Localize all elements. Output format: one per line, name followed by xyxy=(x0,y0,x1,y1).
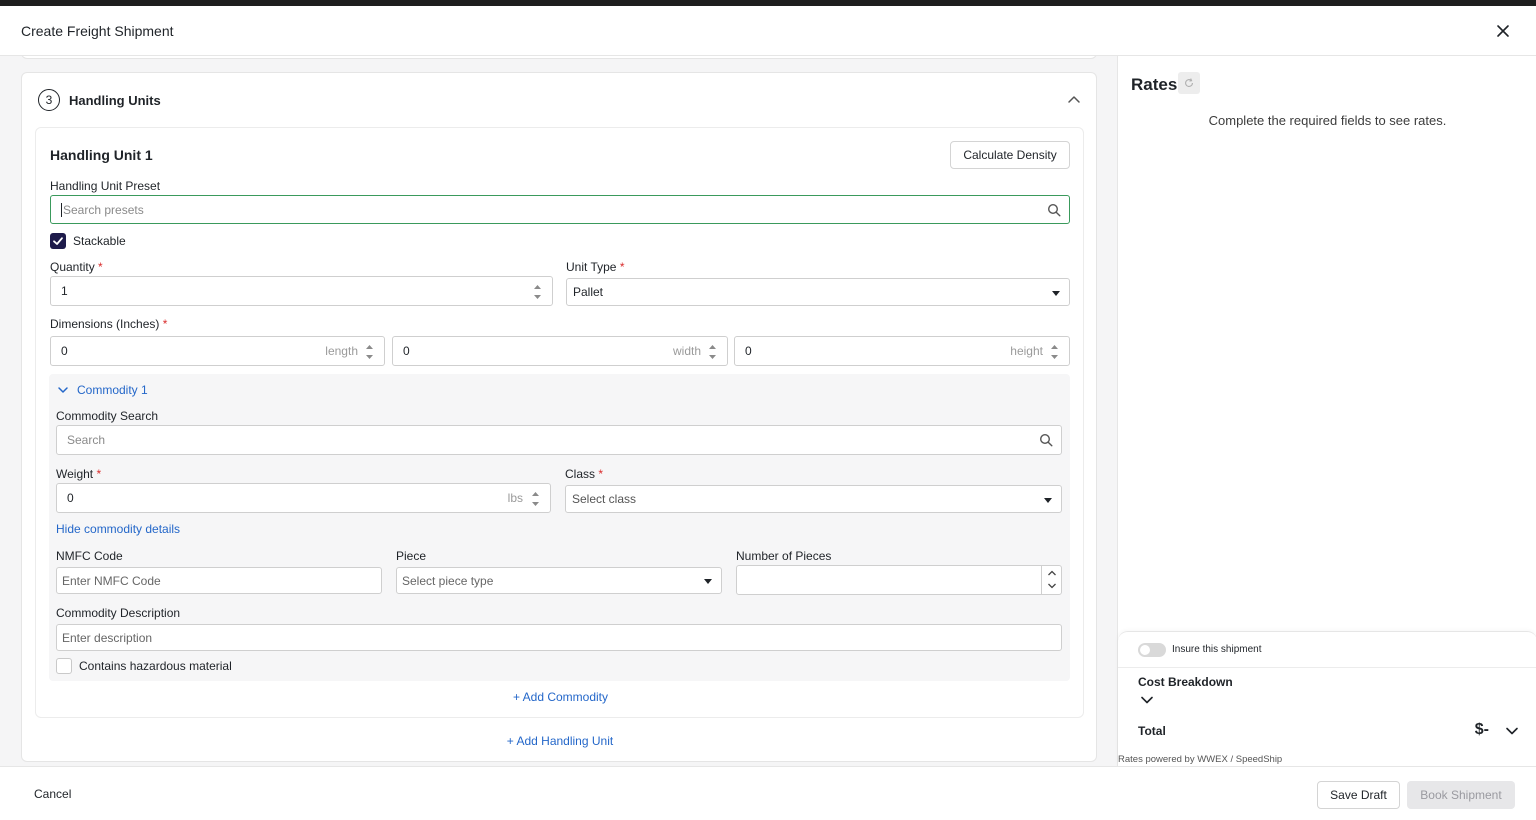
save-draft-button[interactable]: Save Draft xyxy=(1317,781,1400,809)
preset-placeholder: Search presets xyxy=(63,202,144,217)
nmfc-input[interactable]: Enter NMFC Code xyxy=(56,567,382,594)
piece-label: Piece xyxy=(396,549,427,563)
modal-header: Create Freight Shipment xyxy=(0,6,1536,56)
book-shipment-button[interactable]: Book Shipment xyxy=(1407,781,1515,809)
piece-placeholder: Select piece type xyxy=(402,573,494,588)
search-icon xyxy=(1047,203,1061,217)
modal-footer: Cancel Save Draft Book Shipment xyxy=(0,766,1536,820)
height-suffix: height xyxy=(1010,344,1043,358)
quantity-label: Quantity * xyxy=(50,260,103,274)
chevron-up-icon[interactable] xyxy=(1066,92,1082,108)
quantity-stepper[interactable]: 1 xyxy=(50,276,553,306)
chevron-up-icon[interactable] xyxy=(1047,569,1057,577)
total-label: Total xyxy=(1138,724,1166,738)
add-handling-unit-button[interactable]: + Add Handling Unit xyxy=(507,734,613,748)
refresh-rates-button[interactable] xyxy=(1178,72,1200,94)
close-icon[interactable] xyxy=(1494,22,1512,40)
add-handling-unit-row: + Add Handling Unit xyxy=(22,734,1098,748)
commodity-search-label: Commodity Search xyxy=(56,409,159,423)
insure-toggle[interactable] xyxy=(1138,643,1166,657)
add-commodity-link: + Add Commodity xyxy=(36,690,1085,704)
handling-units-section: 3 Handling Units Handling Unit 1 Calcula… xyxy=(21,72,1097,762)
class-select[interactable]: Select class xyxy=(565,485,1062,513)
unit-type-value: Pallet xyxy=(573,285,604,299)
caret-down-icon xyxy=(1052,291,1060,296)
previous-section-card xyxy=(21,56,1097,59)
commodity-search-placeholder: Search xyxy=(67,433,106,447)
unit-type-select[interactable]: Pallet xyxy=(566,278,1070,306)
rates-empty-message: Complete the required fields to see rate… xyxy=(1208,113,1447,128)
hazardous-label: Contains hazardous material xyxy=(79,659,232,673)
cost-summary: Insure this shipment Cost Breakdown Tota… xyxy=(1118,631,1536,766)
weight-label: Weight * xyxy=(56,467,102,481)
stackable-label: Stackable xyxy=(73,234,126,248)
dimensions-label: Dimensions (Inches) * xyxy=(50,317,168,331)
stepper-arrows-icon[interactable] xyxy=(708,342,717,362)
step-number: 3 xyxy=(38,89,60,111)
modal-title: Create Freight Shipment xyxy=(21,22,174,39)
unit-type-label: Unit Type * xyxy=(566,260,625,274)
section-title: Handling Units xyxy=(69,93,161,108)
weight-input[interactable]: 0 lbs xyxy=(56,483,551,513)
piece-select[interactable]: Select piece type xyxy=(396,567,722,594)
total-value: $- xyxy=(1474,721,1489,738)
stepper-arrows-icon[interactable] xyxy=(531,489,540,509)
hazardous-checkbox[interactable] xyxy=(56,658,72,674)
caret-down-icon xyxy=(1044,498,1052,503)
commodity-panel: Commodity 1 Commodity Search Search Weig… xyxy=(49,374,1070,681)
class-placeholder: Select class xyxy=(572,492,637,506)
divider xyxy=(1118,667,1536,668)
hide-commodity-details-link[interactable]: Hide commodity details xyxy=(56,522,180,536)
rates-panel: Rates Complete the required fields to se… xyxy=(1117,56,1536,766)
number-of-pieces-stepper[interactable] xyxy=(736,565,1062,595)
nmfc-placeholder: Enter NMFC Code xyxy=(62,573,161,588)
refresh-icon xyxy=(1185,78,1193,88)
stepper-arrows-icon[interactable] xyxy=(1050,342,1059,362)
handling-unit-card: Handling Unit 1 Calculate Density Handli… xyxy=(35,127,1084,718)
preset-search-input[interactable]: Search presets xyxy=(50,195,1070,224)
chevron-down-icon[interactable] xyxy=(1140,693,1154,707)
insure-label: Insure this shipment xyxy=(1172,644,1262,655)
description-input[interactable]: Enter description xyxy=(56,624,1062,651)
text-caret xyxy=(61,202,62,217)
cancel-button[interactable]: Cancel xyxy=(34,787,71,801)
add-commodity-button[interactable]: + Add Commodity xyxy=(513,690,608,704)
nmfc-label: NMFC Code xyxy=(56,549,123,563)
stepper-buttons[interactable] xyxy=(1041,566,1061,594)
toggle-knob xyxy=(1140,645,1150,655)
cost-breakdown-label: Cost Breakdown xyxy=(1138,675,1233,689)
width-suffix: width xyxy=(672,344,701,358)
stepper-arrows-icon[interactable] xyxy=(365,342,374,362)
quantity-value: 1 xyxy=(61,284,68,298)
search-icon xyxy=(1039,433,1053,447)
weight-suffix: lbs xyxy=(507,491,523,505)
width-input[interactable]: 0 width xyxy=(392,336,728,366)
pieces-label: Number of Pieces xyxy=(736,549,832,563)
chevron-down-icon[interactable] xyxy=(1047,582,1057,590)
rates-title: Rates xyxy=(1131,75,1178,94)
weight-value: 0 xyxy=(67,491,74,505)
commodity-search-input[interactable]: Search xyxy=(56,425,1062,455)
commodity-toggle[interactable]: Commodity 1 xyxy=(77,383,148,397)
calculate-density-button[interactable]: Calculate Density xyxy=(950,141,1070,169)
stackable-checkbox[interactable] xyxy=(50,233,66,249)
description-placeholder: Enter description xyxy=(62,630,153,645)
length-value: 0 xyxy=(61,344,68,358)
width-value: 0 xyxy=(403,344,410,358)
length-suffix: length xyxy=(325,344,358,358)
chevron-down-icon[interactable] xyxy=(1505,724,1519,738)
stepper-arrows-icon[interactable] xyxy=(533,282,542,302)
preset-label: Handling Unit Preset xyxy=(50,179,161,193)
checkmark-icon xyxy=(53,237,63,245)
powered-by-text: Rates powered by WWEX / SpeedShip xyxy=(1118,754,1283,765)
chevron-down-icon[interactable] xyxy=(57,384,69,396)
height-input[interactable]: 0 height xyxy=(734,336,1070,366)
handling-unit-title: Handling Unit 1 xyxy=(50,147,153,163)
description-label: Commodity Description xyxy=(56,606,181,620)
form-area: 3 Handling Units Handling Unit 1 Calcula… xyxy=(0,56,1117,766)
caret-down-icon xyxy=(704,579,712,584)
height-value: 0 xyxy=(745,344,752,358)
class-label: Class * xyxy=(565,467,604,481)
length-input[interactable]: 0 length xyxy=(50,336,385,366)
